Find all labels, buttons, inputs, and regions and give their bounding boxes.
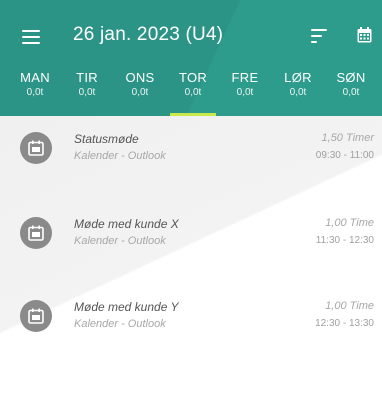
entry-source: Kalender - Outlook: [74, 235, 166, 247]
calendar-icon: [20, 217, 52, 249]
day-name: LØR: [284, 70, 312, 85]
day-hours: 0,0t: [342, 87, 360, 98]
app-header: 26 jan. 2023 (U4) MAN 0,0t TIR 0,0t ONS …: [0, 0, 382, 116]
day-name: FRE: [231, 70, 259, 85]
list-item[interactable]: Møde med kunde X Kalender - Outlook 1,00…: [0, 203, 382, 263]
day-hours: 0,0t: [236, 87, 254, 98]
day-name: ONS: [125, 70, 155, 85]
day-tab-tir[interactable]: TIR 0,0t: [64, 71, 110, 116]
entry-title: Møde med kunde X: [74, 217, 179, 231]
menu-icon[interactable]: [22, 30, 40, 44]
entry-source: Kalender - Outlook: [74, 318, 166, 330]
day-name: TIR: [76, 70, 98, 85]
entry-hours: 1,50 Timer: [321, 132, 374, 144]
page-title: 26 jan. 2023 (U4): [73, 24, 224, 45]
day-hours: 0,0t: [78, 87, 96, 98]
day-name: TOR: [178, 70, 208, 85]
day-name: MAN: [20, 70, 50, 85]
day-tab-tor[interactable]: TOR 0,0t: [170, 71, 216, 116]
list-item[interactable]: Statusmøde Kalender - Outlook 1,50 Timer…: [0, 118, 382, 178]
day-hours: 0,0t: [26, 87, 44, 98]
sort-icon[interactable]: [311, 29, 327, 43]
day-tab-ons[interactable]: ONS 0,0t: [117, 71, 163, 116]
weekday-tabs: MAN 0,0t TIR 0,0t ONS 0,0t TOR 0,0t FRE …: [0, 71, 382, 116]
calendar-icon: [20, 300, 52, 332]
day-name: SØN: [336, 70, 366, 85]
day-tab-man[interactable]: MAN 0,0t: [12, 71, 58, 116]
list-item[interactable]: Møde med kunde Y Kalender - Outlook 1,00…: [0, 286, 382, 346]
calendar-icon: [20, 132, 52, 164]
entry-hours: 1,00 Time: [325, 300, 374, 312]
entry-title: Statusmøde: [74, 132, 139, 146]
entry-time: 09:30 - 11:00: [315, 150, 374, 161]
day-tab-lor[interactable]: LØR 0,0t: [275, 71, 321, 116]
app-screen: 26 jan. 2023 (U4) MAN 0,0t TIR 0,0t ONS …: [0, 0, 382, 417]
day-hours: 0,0t: [289, 87, 307, 98]
entry-time: 11:30 - 12:30: [315, 235, 374, 246]
day-tab-fre[interactable]: FRE 0,0t: [222, 71, 268, 116]
entry-title: Møde med kunde Y: [74, 300, 179, 314]
calendar-icon[interactable]: [357, 27, 372, 43]
entry-hours: 1,00 Time: [325, 217, 374, 229]
day-tab-son[interactable]: SØN 0,0t: [328, 71, 374, 116]
top-bar: 26 jan. 2023 (U4): [0, 20, 382, 56]
day-hours: 0,0t: [131, 87, 149, 98]
entry-source: Kalender - Outlook: [74, 150, 166, 162]
day-hours: 0,0t: [184, 87, 202, 98]
entry-time: 12:30 - 13:30: [315, 318, 374, 329]
